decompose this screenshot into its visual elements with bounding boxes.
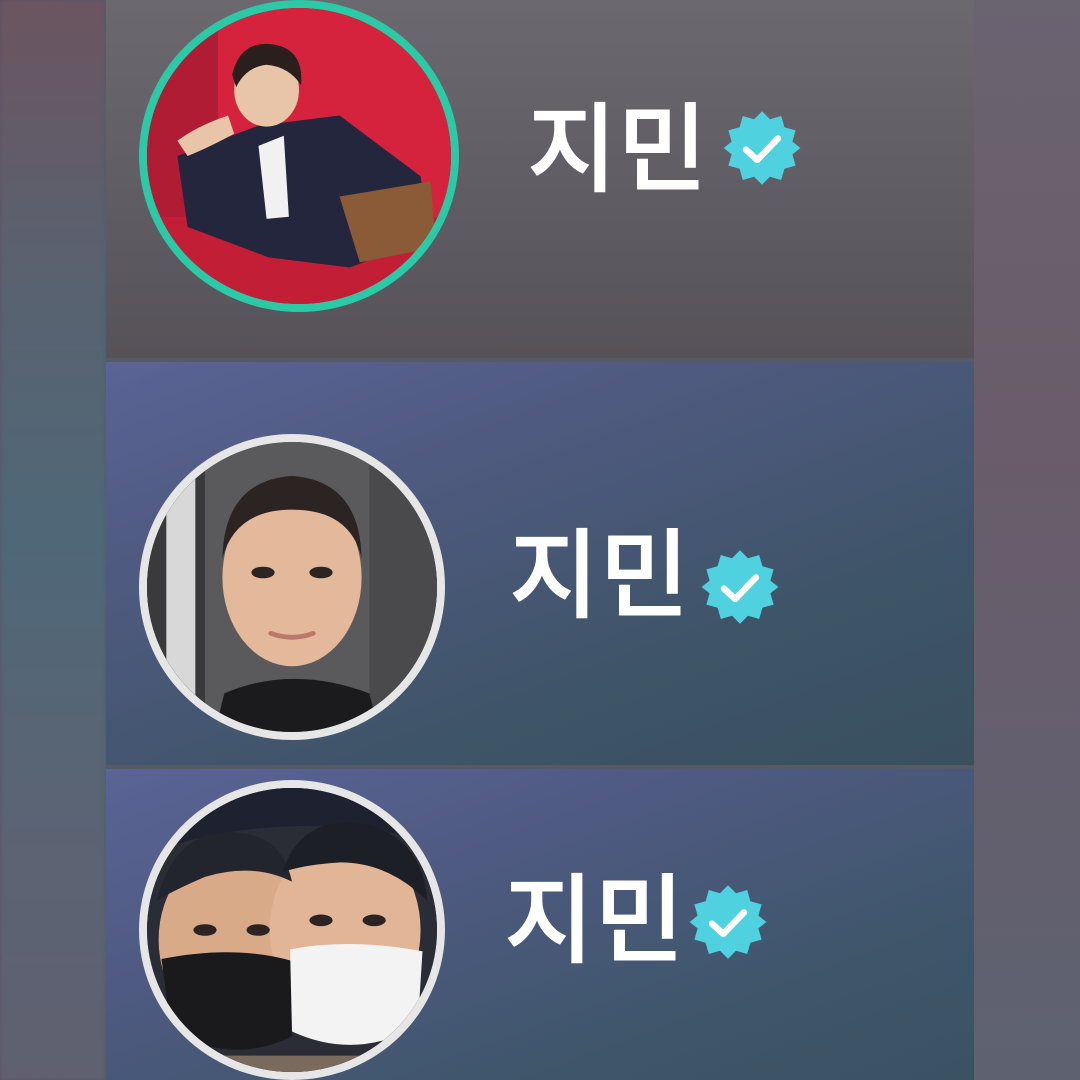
avatar[interactable] (139, 434, 445, 740)
profile-photo (147, 8, 451, 304)
verified-check-icon (723, 111, 801, 185)
avatar[interactable] (139, 780, 445, 1080)
verified-check-icon (689, 885, 767, 959)
profile-photo (147, 442, 437, 732)
right-blur-edge (974, 0, 1080, 1080)
verified-check-icon (701, 550, 779, 624)
profile-name[interactable]: 지민 (505, 873, 686, 969)
left-blur-edge (0, 0, 106, 1080)
profile-name[interactable]: 지민 (510, 528, 691, 624)
profile-name[interactable]: 지민 (528, 102, 709, 198)
profile-photo (147, 788, 437, 1072)
avatar[interactable] (139, 0, 459, 312)
